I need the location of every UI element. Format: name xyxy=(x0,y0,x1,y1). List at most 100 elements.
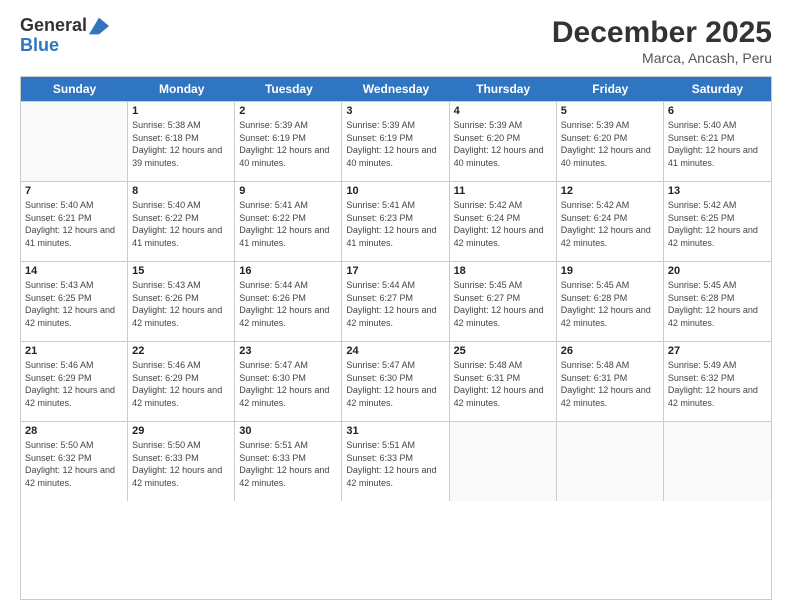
day-header-thursday: Thursday xyxy=(450,77,557,101)
day-info: Sunrise: 5:42 AMSunset: 6:25 PMDaylight:… xyxy=(668,199,767,249)
day-number: 4 xyxy=(454,105,552,117)
day-number: 18 xyxy=(454,265,552,277)
day-info: Sunrise: 5:47 AMSunset: 6:30 PMDaylight:… xyxy=(239,359,337,409)
calendar-cell: 14 Sunrise: 5:43 AMSunset: 6:25 PMDayligh… xyxy=(21,262,128,341)
calendar-cell: 24Sunrise: 5:47 AMSunset: 6:30 PMDayligh… xyxy=(342,342,449,421)
day-info: Sunrise: 5:40 AMSunset: 6:21 PMDaylight:… xyxy=(668,119,767,169)
calendar-cell: 9 Sunrise: 5:41 AMSunset: 6:22 PMDaylight… xyxy=(235,182,342,261)
day-number: 19 xyxy=(561,265,659,277)
calendar-cell: 20 Sunrise: 5:45 AMSunset: 6:28 PMDayligh… xyxy=(664,262,771,341)
day-info: Sunrise: 5:40 AMSunset: 6:22 PMDaylight:… xyxy=(132,199,230,249)
calendar-cell: 25 Sunrise: 5:48 AMSunset: 6:31 PMDayligh… xyxy=(450,342,557,421)
day-info: Sunrise: 5:39 AMSunset: 6:20 PMDaylight:… xyxy=(454,119,552,169)
calendar-cell xyxy=(557,422,664,501)
calendar-cell: 18 Sunrise: 5:45 AMSunset: 6:27 PMDayligh… xyxy=(450,262,557,341)
day-info: Sunrise: 5:39 AMSunset: 6:19 PMDaylight:… xyxy=(346,119,444,169)
day-info: Sunrise: 5:46 AMSunset: 6:29 PMDaylight:… xyxy=(25,359,123,409)
day-header-monday: Monday xyxy=(128,77,235,101)
day-number: 20 xyxy=(668,265,767,277)
logo-text-general: General xyxy=(20,16,87,36)
calendar-cell: 29 Sunrise: 5:50 AMSunset: 6:33 PMDayligh… xyxy=(128,422,235,501)
day-info: Sunrise: 5:42 AMSunset: 6:24 PMDaylight:… xyxy=(561,199,659,249)
day-info: Sunrise: 5:43 AMSunset: 6:26 PMDaylight:… xyxy=(132,279,230,329)
day-info: Sunrise: 5:48 AMSunset: 6:31 PMDaylight:… xyxy=(454,359,552,409)
day-header-friday: Friday xyxy=(557,77,664,101)
calendar-cell: 28 Sunrise: 5:50 AMSunset: 6:32 PMDayligh… xyxy=(21,422,128,501)
calendar-cell: 16 Sunrise: 5:44 AMSunset: 6:26 PMDayligh… xyxy=(235,262,342,341)
calendar-subtitle: Marca, Ancash, Peru xyxy=(552,50,772,66)
day-info: Sunrise: 5:42 AMSunset: 6:24 PMDaylight:… xyxy=(454,199,552,249)
calendar-header: SundayMondayTuesdayWednesdayThursdayFrid… xyxy=(21,77,771,101)
day-number: 12 xyxy=(561,185,659,197)
calendar-cell xyxy=(450,422,557,501)
day-info: Sunrise: 5:38 AMSunset: 6:18 PMDaylight:… xyxy=(132,119,230,169)
calendar-cell: 12 Sunrise: 5:42 AMSunset: 6:24 PMDayligh… xyxy=(557,182,664,261)
calendar-cell: 23Sunrise: 5:47 AMSunset: 6:30 PMDayligh… xyxy=(235,342,342,421)
calendar-cell: 19Sunrise: 5:45 AMSunset: 6:28 PMDayligh… xyxy=(557,262,664,341)
day-info: Sunrise: 5:43 AMSunset: 6:25 PMDaylight:… xyxy=(25,279,123,329)
day-number: 13 xyxy=(668,185,767,197)
day-number: 22 xyxy=(132,345,230,357)
day-info: Sunrise: 5:47 AMSunset: 6:30 PMDaylight:… xyxy=(346,359,444,409)
calendar-cell: 15 Sunrise: 5:43 AMSunset: 6:26 PMDayligh… xyxy=(128,262,235,341)
day-info: Sunrise: 5:44 AMSunset: 6:27 PMDaylight:… xyxy=(346,279,444,329)
day-info: Sunrise: 5:49 AMSunset: 6:32 PMDaylight:… xyxy=(668,359,767,409)
day-info: Sunrise: 5:48 AMSunset: 6:31 PMDaylight:… xyxy=(561,359,659,409)
day-number: 29 xyxy=(132,425,230,437)
calendar-cell: 13 Sunrise: 5:42 AMSunset: 6:25 PMDayligh… xyxy=(664,182,771,261)
day-info: Sunrise: 5:50 AMSunset: 6:32 PMDaylight:… xyxy=(25,439,123,489)
day-number: 21 xyxy=(25,345,123,357)
header: General Blue December 2025 Marca, Ancash… xyxy=(20,16,772,66)
day-info: Sunrise: 5:39 AMSunset: 6:20 PMDaylight:… xyxy=(561,119,659,169)
day-header-saturday: Saturday xyxy=(664,77,771,101)
day-number: 14 xyxy=(25,265,123,277)
day-number: 3 xyxy=(346,105,444,117)
day-info: Sunrise: 5:45 AMSunset: 6:28 PMDaylight:… xyxy=(668,279,767,329)
day-info: Sunrise: 5:51 AMSunset: 6:33 PMDaylight:… xyxy=(346,439,444,489)
day-header-tuesday: Tuesday xyxy=(235,77,342,101)
logo: General Blue xyxy=(20,16,109,56)
logo-text-blue: Blue xyxy=(20,35,59,55)
calendar-body: 1 Sunrise: 5:38 AMSunset: 6:18 PMDaylight… xyxy=(21,101,771,501)
calendar-cell: 7Sunrise: 5:40 AMSunset: 6:21 PMDaylight… xyxy=(21,182,128,261)
day-info: Sunrise: 5:50 AMSunset: 6:33 PMDaylight:… xyxy=(132,439,230,489)
calendar-cell: 17Sunrise: 5:44 AMSunset: 6:27 PMDayligh… xyxy=(342,262,449,341)
day-info: Sunrise: 5:45 AMSunset: 6:27 PMDaylight:… xyxy=(454,279,552,329)
day-number: 5 xyxy=(561,105,659,117)
day-header-sunday: Sunday xyxy=(21,77,128,101)
page: General Blue December 2025 Marca, Ancash… xyxy=(0,0,792,612)
calendar-cell: 3 Sunrise: 5:39 AMSunset: 6:19 PMDaylight… xyxy=(342,102,449,181)
day-number: 7 xyxy=(25,185,123,197)
day-number: 28 xyxy=(25,425,123,437)
day-info: Sunrise: 5:41 AMSunset: 6:22 PMDaylight:… xyxy=(239,199,337,249)
day-number: 15 xyxy=(132,265,230,277)
calendar-cell: 8Sunrise: 5:40 AMSunset: 6:22 PMDaylight… xyxy=(128,182,235,261)
calendar-cell: 26Sunrise: 5:48 AMSunset: 6:31 PMDayligh… xyxy=(557,342,664,421)
day-info: Sunrise: 5:46 AMSunset: 6:29 PMDaylight:… xyxy=(132,359,230,409)
day-number: 2 xyxy=(239,105,337,117)
day-number: 10 xyxy=(346,185,444,197)
calendar-cell xyxy=(664,422,771,501)
day-number: 30 xyxy=(239,425,337,437)
calendar-week-3: 14 Sunrise: 5:43 AMSunset: 6:25 PMDayligh… xyxy=(21,261,771,341)
day-number: 27 xyxy=(668,345,767,357)
calendar-cell: 31 Sunrise: 5:51 AMSunset: 6:33 PMDayligh… xyxy=(342,422,449,501)
calendar-cell: 2Sunrise: 5:39 AMSunset: 6:19 PMDaylight… xyxy=(235,102,342,181)
day-number: 16 xyxy=(239,265,337,277)
day-info: Sunrise: 5:51 AMSunset: 6:33 PMDaylight:… xyxy=(239,439,337,489)
day-number: 1 xyxy=(132,105,230,117)
calendar-title: December 2025 xyxy=(552,16,772,50)
calendar-week-5: 28 Sunrise: 5:50 AMSunset: 6:32 PMDayligh… xyxy=(21,421,771,501)
calendar-week-4: 21 Sunrise: 5:46 AMSunset: 6:29 PMDayligh… xyxy=(21,341,771,421)
calendar-cell: 10Sunrise: 5:41 AMSunset: 6:23 PMDayligh… xyxy=(342,182,449,261)
calendar-cell: 11Sunrise: 5:42 AMSunset: 6:24 PMDayligh… xyxy=(450,182,557,261)
calendar-cell xyxy=(21,102,128,181)
calendar-cell: 6Sunrise: 5:40 AMSunset: 6:21 PMDaylight… xyxy=(664,102,771,181)
day-info: Sunrise: 5:44 AMSunset: 6:26 PMDaylight:… xyxy=(239,279,337,329)
day-number: 31 xyxy=(346,425,444,437)
calendar-cell: 4 Sunrise: 5:39 AMSunset: 6:20 PMDaylight… xyxy=(450,102,557,181)
day-number: 9 xyxy=(239,185,337,197)
day-number: 25 xyxy=(454,345,552,357)
calendar-cell: 22 Sunrise: 5:46 AMSunset: 6:29 PMDayligh… xyxy=(128,342,235,421)
calendar: SundayMondayTuesdayWednesdayThursdayFrid… xyxy=(20,76,772,600)
